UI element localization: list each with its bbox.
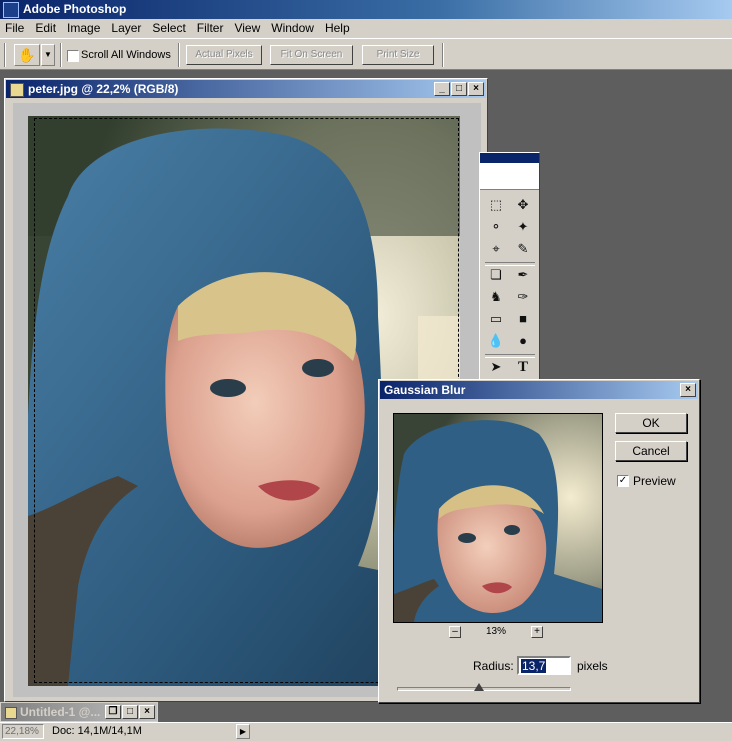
radius-label: Radius:	[473, 659, 514, 673]
menu-help[interactable]: Help	[320, 19, 356, 38]
gaussian-blur-dialog: Gaussian Blur × OK Cancel ✓ Preview – 13…	[378, 379, 700, 703]
brush-icon[interactable]: ✒	[512, 265, 534, 285]
hand-icon: ✋	[18, 47, 36, 63]
menu-select[interactable]: Select	[147, 19, 191, 38]
toolbox-panel: ⬚ ✥ ⚬ ✦ ⌖ ✎ ❏ ✒ ♞ ✑ ▭ ■ 💧 ● ➤ T	[479, 152, 540, 380]
menu-file[interactable]: File	[0, 19, 30, 38]
zoom-level-field[interactable]: 22,18%	[2, 724, 44, 739]
checkmark-icon: ✓	[618, 475, 628, 486]
options-separator	[442, 43, 444, 67]
radius-input[interactable]: 13,7	[517, 656, 571, 675]
magic-wand-icon[interactable]: ✦	[512, 217, 534, 237]
scroll-all-windows-checkbox[interactable]	[67, 50, 79, 62]
scroll-all-windows-label: Scroll All Windows	[81, 49, 171, 61]
status-bar: 22,18% Doc: 14,1M/14,1M ▶	[0, 722, 732, 741]
print-size-button[interactable]: Print Size	[362, 45, 434, 65]
zoom-out-button[interactable]: –	[449, 626, 461, 638]
menu-view[interactable]: View	[229, 19, 266, 38]
menu-window[interactable]: Window	[266, 19, 320, 38]
actual-pixels-button[interactable]: Actual Pixels	[186, 45, 262, 65]
marquee-icon[interactable]: ⬚	[485, 195, 507, 215]
document-icon	[5, 707, 17, 719]
minimized-document-window[interactable]: Untitled-1 @... ❐ □ ×	[0, 702, 158, 722]
adobe-feather-logo[interactable]	[480, 163, 539, 190]
options-grip	[4, 43, 6, 67]
document-icon	[10, 83, 24, 97]
blur-icon[interactable]: 💧	[485, 331, 507, 351]
options-separator	[178, 43, 180, 67]
menu-image[interactable]: Image	[62, 19, 106, 38]
radius-value: 13,7	[521, 659, 547, 673]
document-title: peter.jpg @ 22,2% (RGB/8)	[28, 82, 179, 96]
healing-brush-icon[interactable]: ❏	[485, 265, 507, 285]
clone-stamp-icon[interactable]: ♞	[485, 287, 507, 307]
history-brush-icon[interactable]: ✑	[512, 287, 534, 307]
dialog-close-button[interactable]: ×	[680, 383, 696, 397]
blur-preview[interactable]	[393, 413, 603, 623]
path-selection-icon[interactable]: ➤	[485, 357, 507, 377]
gradient-icon[interactable]: ■	[512, 309, 534, 329]
preview-image	[394, 414, 602, 622]
restore-button[interactable]: ❐	[105, 705, 121, 719]
options-separator	[60, 43, 62, 67]
document-title-bar[interactable]: peter.jpg @ 22,2% (RGB/8) _ □ ×	[6, 80, 486, 98]
maximize-button[interactable]: □	[451, 82, 467, 96]
type-icon[interactable]: T	[512, 357, 534, 377]
fit-on-screen-button[interactable]: Fit On Screen	[270, 45, 353, 65]
eraser-icon[interactable]: ▭	[485, 309, 507, 329]
lasso-icon[interactable]: ⚬	[485, 217, 507, 237]
crop-icon[interactable]: ⌖	[485, 239, 507, 259]
document-size-info: Doc: 14,1M/14,1M	[52, 725, 142, 737]
menu-filter[interactable]: Filter	[192, 19, 230, 38]
dodge-icon[interactable]: ●	[512, 331, 534, 351]
options-bar: ✋ ▼ Scroll All Windows Actual Pixels Fit…	[0, 38, 732, 70]
radius-slider-thumb[interactable]	[473, 683, 484, 691]
menu-edit[interactable]: Edit	[30, 19, 62, 38]
menu-layer[interactable]: Layer	[106, 19, 147, 38]
minus-icon: –	[452, 626, 458, 637]
dialog-title: Gaussian Blur	[384, 383, 466, 397]
photoshop-app-icon	[3, 2, 19, 18]
app-title: Adobe Photoshop	[23, 2, 127, 16]
zoom-in-button[interactable]: +	[531, 626, 543, 638]
hand-tool-preset-button[interactable]: ✋	[14, 44, 40, 66]
cancel-button[interactable]: Cancel	[615, 441, 687, 461]
tool-preset-dropdown[interactable]: ▼	[41, 44, 55, 66]
slice-icon[interactable]: ✎	[512, 239, 534, 259]
toolbox-title-bar[interactable]	[480, 153, 539, 163]
preview-checkbox[interactable]: ✓	[617, 475, 629, 487]
minimize-button[interactable]: _	[434, 82, 450, 96]
plus-icon: +	[534, 626, 540, 637]
ok-button[interactable]: OK	[615, 413, 687, 433]
preview-zoom-level: 13%	[486, 626, 507, 637]
menu-bar: File Edit Image Layer Select Filter View Window…	[0, 19, 732, 38]
close-button[interactable]: ×	[139, 705, 155, 719]
status-menu-arrow-icon[interactable]: ▶	[236, 724, 250, 739]
dialog-title-bar[interactable]: Gaussian Blur ×	[380, 381, 698, 399]
minimized-document-title: Untitled-1 @...	[20, 705, 101, 719]
move-icon[interactable]: ✥	[512, 195, 534, 215]
app-title-bar: Adobe Photoshop	[0, 0, 732, 19]
close-button[interactable]: ×	[468, 82, 484, 96]
maximize-button[interactable]: □	[122, 705, 138, 719]
radius-unit-label: pixels	[577, 659, 608, 673]
radius-slider-track[interactable]	[397, 687, 571, 691]
chevron-down-icon: ▼	[44, 50, 52, 59]
preview-label: Preview	[633, 474, 676, 488]
